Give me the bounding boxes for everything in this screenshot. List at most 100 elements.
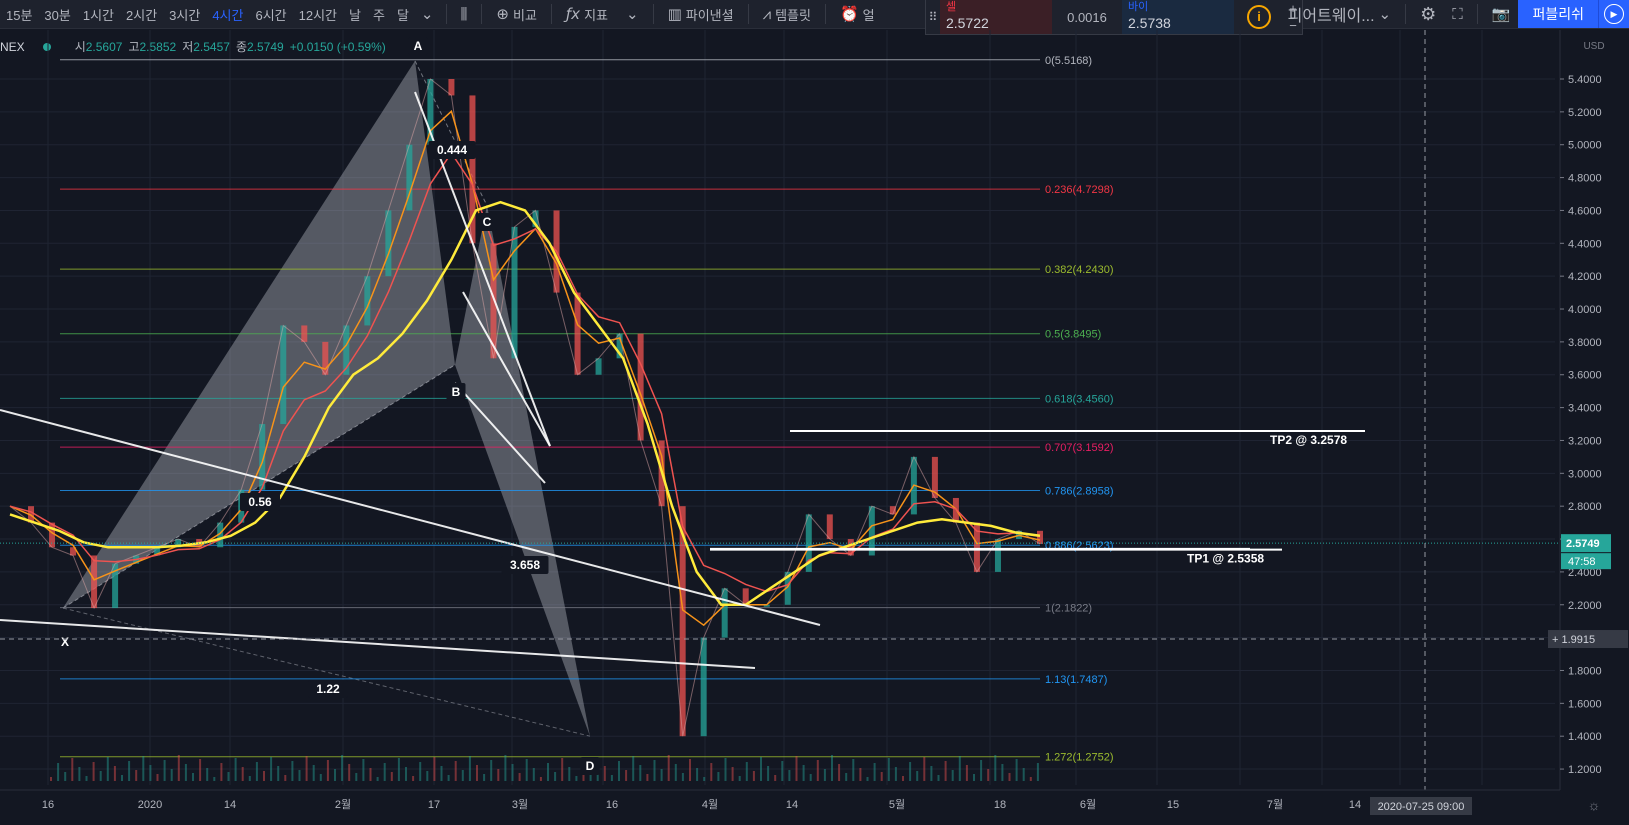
- volume-bar-85: [653, 760, 656, 781]
- timeframe-9[interactable]: 주: [367, 5, 391, 24]
- volume-bar-55: [440, 766, 443, 781]
- candle-26: [553, 210, 560, 293]
- snapshot-button[interactable]: 📷: [1484, 5, 1519, 23]
- price-tick-13: 2.8000: [1568, 501, 1602, 513]
- volume-bar-130: [973, 774, 975, 781]
- close-value: 2.5749: [246, 40, 284, 54]
- price-axis[interactable]: USD 5.4000 5.2000 5.0000 4.8000 4.6000 4.4000 4…: [0, 30, 1629, 790]
- ema-mid-line: [9, 151, 1041, 593]
- pattern-triangle-xab: [63, 60, 455, 609]
- candle-13: [280, 325, 287, 425]
- crosshair-time-text: 2020-07-25 09:00: [1378, 801, 1465, 813]
- layout-dropdown[interactable]: 피어트웨이... ⌄: [1280, 2, 1400, 26]
- timeframe-1[interactable]: 30분: [38, 5, 76, 24]
- price-tick-0: 5.4000: [1568, 74, 1602, 86]
- volume-bar-134: [1001, 764, 1004, 781]
- replay-button[interactable]: ▶: [1598, 0, 1629, 28]
- volume-bar-84: [646, 774, 649, 781]
- timeframe-7[interactable]: 12시간: [293, 5, 343, 24]
- pattern-ratio-2: 3.658: [510, 558, 540, 572]
- publish-label: 퍼블리쉬: [1532, 6, 1584, 22]
- function-icon: ƒx: [565, 5, 581, 23]
- candle-3: [70, 547, 77, 556]
- timeframe-2[interactable]: 1시간: [77, 5, 120, 24]
- publish-button[interactable]: 퍼블리쉬: [1518, 0, 1598, 28]
- symbol-name[interactable]: NEX: [0, 40, 25, 54]
- change-value: +0.0150 (+0.59%): [289, 39, 386, 54]
- chevron-down-icon[interactable]: ⌄: [415, 5, 440, 23]
- time-tick-11: 6월: [1080, 798, 1096, 811]
- buy-button[interactable]: 바이 2.5738: [1122, 0, 1234, 34]
- divider: [1405, 4, 1407, 24]
- time-tick-5: 3월: [512, 798, 528, 811]
- visibility-dot-icon[interactable]: [42, 42, 51, 51]
- candle-46: [973, 522, 980, 572]
- volume-bar-97: [738, 776, 741, 781]
- pattern-ratio-1-bg: [428, 141, 476, 159]
- volume-bar-58: [461, 770, 464, 781]
- info-icon: i: [1247, 5, 1271, 29]
- timeframe-0[interactable]: 15분: [0, 5, 38, 24]
- candle-40: [847, 539, 854, 556]
- alert-button[interactable]: ⏰ 얼: [832, 5, 883, 24]
- time-tick-1: 2020: [138, 799, 162, 811]
- last-price-text: 2.5749: [1566, 538, 1600, 550]
- pattern-point-D-bg: [580, 757, 600, 775]
- candle-38: [805, 514, 812, 572]
- fib-label-4: 0.618(3.4560): [1045, 393, 1114, 405]
- right-toolbar: 피어트웨이... ⌄ ⚙ ⛶ 📷 퍼블리쉬 ▶: [1280, 0, 1629, 28]
- timeframe-6[interactable]: 6시간: [249, 5, 292, 24]
- price-tick-6: 4.2000: [1568, 271, 1602, 283]
- volume-bar-88: [674, 764, 677, 781]
- volume-bar-129: [965, 765, 968, 781]
- templates-button[interactable]: ⩘ 템플릿: [755, 5, 819, 24]
- volume-bar-68: [532, 768, 535, 781]
- volume-bar-29: [255, 762, 258, 781]
- pattern-point-B: B: [452, 385, 461, 399]
- timeframe-group: 15분 30분 1시간 2시간 3시간 4시간 6시간 12시간 날 주 달: [0, 5, 415, 24]
- buy-label: 바이: [1128, 1, 1149, 13]
- volume-bar-93: [710, 763, 713, 781]
- candle-1: [28, 506, 35, 523]
- volume-bar-105: [795, 756, 798, 781]
- indicators-button[interactable]: ƒx 지표 ⌄: [558, 5, 647, 24]
- volume-bar-126: [944, 761, 947, 781]
- fib-label-0: 0(5.5168): [1045, 55, 1092, 67]
- timeframe-5[interactable]: 4시간: [206, 5, 249, 24]
- candle-17: [364, 276, 371, 326]
- timeframe-4[interactable]: 3시간: [163, 5, 206, 24]
- timeframe-8[interactable]: 날: [343, 5, 367, 24]
- volume-bar-37: [312, 765, 315, 781]
- time-tick-0: 16: [42, 799, 54, 811]
- price-chart[interactable]: 0(5.5168) 0.236(4.7298) 0.382(4.2430) 0.5(3…: [0, 0, 1629, 825]
- candle-42: [889, 506, 896, 515]
- time-axis[interactable]: 16 2020 14 2월 17 3월 16 4월 14 5월 18 6월 15 7월 14 2020-07-…: [0, 789, 1629, 825]
- candle-31: [658, 440, 665, 507]
- sell-button[interactable]: 셀 2.5722: [940, 0, 1052, 34]
- volume-bar-133: [994, 755, 997, 781]
- price-tick-8: 3.8000: [1568, 337, 1602, 349]
- candle-11: [238, 489, 245, 523]
- timeframe-3[interactable]: 2시간: [120, 5, 163, 24]
- ema-fast-line: [9, 109, 1041, 627]
- info-button[interactable]: i: [1234, 0, 1284, 34]
- volume-bar-0: [50, 777, 52, 781]
- chart-type-button[interactable]: ⫼: [453, 5, 476, 23]
- candle-44: [931, 456, 938, 498]
- drag-handle-icon[interactable]: ⠿: [926, 0, 940, 34]
- candle-18: [385, 210, 392, 277]
- settings-button[interactable]: ⚙: [1412, 4, 1444, 25]
- compare-button[interactable]: ⊕ 비교: [488, 5, 545, 24]
- volume-bar-13: [142, 756, 145, 781]
- fullscreen-button[interactable]: ⛶: [1444, 5, 1471, 23]
- volume-bar-15: [156, 774, 159, 781]
- volume-bar-3: [71, 758, 74, 781]
- volume-bar-53: [426, 771, 429, 781]
- time-tick-12: 15: [1167, 799, 1179, 811]
- ema-slow-line: [9, 200, 1041, 607]
- pattern-point-C: C: [483, 215, 492, 229]
- timeframe-10[interactable]: 달: [391, 5, 415, 24]
- financials-button[interactable]: ▥ 파이낸셜: [660, 5, 742, 24]
- divider: [550, 4, 552, 24]
- target-label-1: TP1 @ 2.5358: [1187, 552, 1264, 566]
